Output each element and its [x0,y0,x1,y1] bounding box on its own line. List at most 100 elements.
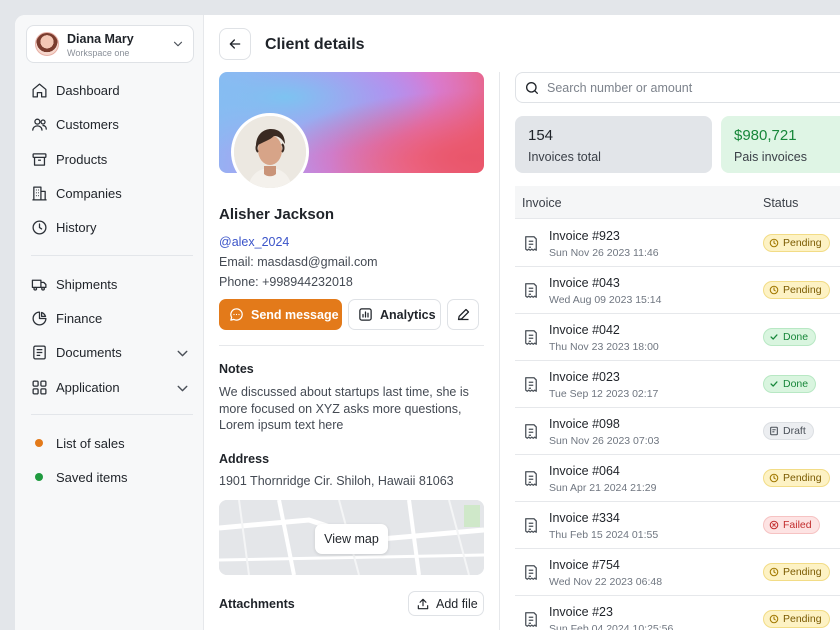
home-icon [31,82,48,99]
client-name: Alisher Jackson [219,206,334,223]
panel-divider [499,72,500,630]
invoice-icon [522,234,540,253]
draft-icon [769,426,779,436]
invoice-icon [522,610,540,629]
section-divider [219,345,484,346]
send-message-label: Send message [251,308,339,322]
sidebar-item-label: History [56,220,96,235]
sidebar-list-label: Saved items [56,470,128,485]
status-label: Pending [783,284,822,296]
sidebar-item-dashboard[interactable]: Dashboard [31,78,191,102]
sidebar-item-label: Companies [56,186,122,201]
invoice-date: Wed Nov 22 2023 06:48 [549,576,662,588]
table-row[interactable]: Invoice #334Thu Feb 15 2024 01:55Failed [515,502,840,549]
sidebar-item-label: Application [56,380,120,395]
table-row[interactable]: Invoice #064Sun Apr 21 2024 21:29Pending [515,455,840,502]
sidebar-list-sales[interactable]: List of sales [31,431,191,455]
chevron-down-icon [174,345,191,362]
sidebar-item-documents[interactable]: Documents [31,340,191,364]
status-badge: Done [763,375,816,393]
invoice-date: Wed Aug 09 2023 15:14 [549,294,662,306]
chevron-down-icon [174,380,191,397]
sidebar-item-application[interactable]: Application [31,375,191,399]
column-header-invoice[interactable]: Invoice [522,196,562,210]
invoice-icon [522,469,540,488]
sidebar-item-label: Dashboard [56,83,120,98]
client-handle[interactable]: @alex_2024 [219,235,289,249]
invoice-date: Thu Feb 15 2024 01:55 [549,529,658,541]
list-color-dot [35,473,43,481]
sidebar-item-shipments[interactable]: Shipments [31,272,191,296]
status-badge: Pending [763,281,830,299]
invoice-title: Invoice #042 [549,323,620,337]
check-icon [769,332,779,342]
chevron-down-icon [171,37,185,51]
page-title: Client details [265,36,365,54]
sidebar-item-products[interactable]: Products [31,147,191,171]
table-row[interactable]: Invoice #23Sun Feb 04 2024 10:25:56Pendi… [515,596,840,630]
stat-card-paid-invoices: $980,721 Pais invoices [721,116,840,173]
status-label: Pending [783,237,822,249]
search-input[interactable] [547,81,837,95]
clock-icon [769,238,779,248]
sidebar-divider [31,255,193,256]
sidebar-item-history[interactable]: History [31,215,191,239]
edit-button[interactable] [447,299,479,330]
invoice-icon [522,563,540,582]
invoice-date: Sun Nov 26 2023 11:46 [549,247,659,259]
invoice-title: Invoice #098 [549,417,620,431]
notes-title: Notes [219,362,254,376]
invoice-icon [522,422,540,441]
x-circle-icon [769,520,779,530]
invoice-title: Invoice #923 [549,229,620,243]
status-badge: Draft [763,422,814,440]
table-row[interactable]: Invoice #023Tue Sep 12 2023 02:17Done [515,361,840,408]
view-map-button[interactable]: View map [315,524,388,554]
address-text: 1901 Thornridge Cir. Shiloh, Hawaii 8106… [219,474,454,488]
client-email: Email: masdasd@gmail.com [219,255,378,269]
search-bar[interactable] [515,72,840,103]
sidebar-item-companies[interactable]: Companies [31,181,191,205]
add-file-label: Add file [436,597,478,611]
invoice-title: Invoice #754 [549,558,620,572]
table-row[interactable]: Invoice #754Wed Nov 22 2023 06:48Pending [515,549,840,596]
avatar [35,32,59,56]
arrow-left-icon [227,36,243,52]
invoice-title: Invoice #023 [549,370,620,384]
table-row[interactable]: Invoice #923 Sun Nov 26 2023 11:46 Pending [515,220,840,267]
workspace-switcher[interactable]: Diana Mary Workspace one [26,25,194,63]
search-icon [524,80,540,96]
table-row[interactable]: Invoice #098 Sun Nov 26 2023 07:03 Draft [515,408,840,455]
clock-icon [31,219,48,236]
invoice-date: Sun Apr 21 2024 21:29 [549,482,656,494]
clock-icon [769,285,779,295]
sidebar-list-saved[interactable]: Saved items [31,465,191,489]
clock-icon [769,473,779,483]
chat-icon [229,307,244,322]
sidebar-item-finance[interactable]: Finance [31,306,191,330]
sidebar: Diana Mary Workspace one Dashboard Custo… [15,15,204,630]
column-header-status[interactable]: Status [763,196,798,210]
add-file-button[interactable]: Add file [408,591,484,616]
invoice-date: Sun Nov 26 2023 07:03 [549,435,659,447]
status-label: Done [783,331,808,343]
send-message-button[interactable]: Send message [219,299,342,330]
analytics-button[interactable]: Analytics [348,299,441,330]
truck-icon [31,276,48,293]
sidebar-item-customers[interactable]: Customers [31,112,191,136]
table-header: Invoice Status [515,186,840,219]
back-button[interactable] [219,28,251,60]
address-title: Address [219,452,269,466]
stat-label: Invoices total [528,150,601,164]
sidebar-list-label: List of sales [56,436,125,451]
archive-icon [31,151,48,168]
clock-icon [769,614,779,624]
sidebar-item-label: Customers [56,117,119,132]
analytics-label: Analytics [380,308,436,322]
users-icon [31,116,48,133]
invoice-icon [522,328,540,347]
table-row[interactable]: Invoice #042Thu Nov 23 2023 18:00Done [515,314,840,361]
sidebar-divider [31,414,193,415]
table-row[interactable]: Invoice #043Wed Aug 09 2023 15:14Pending [515,267,840,314]
upload-icon [416,597,430,611]
